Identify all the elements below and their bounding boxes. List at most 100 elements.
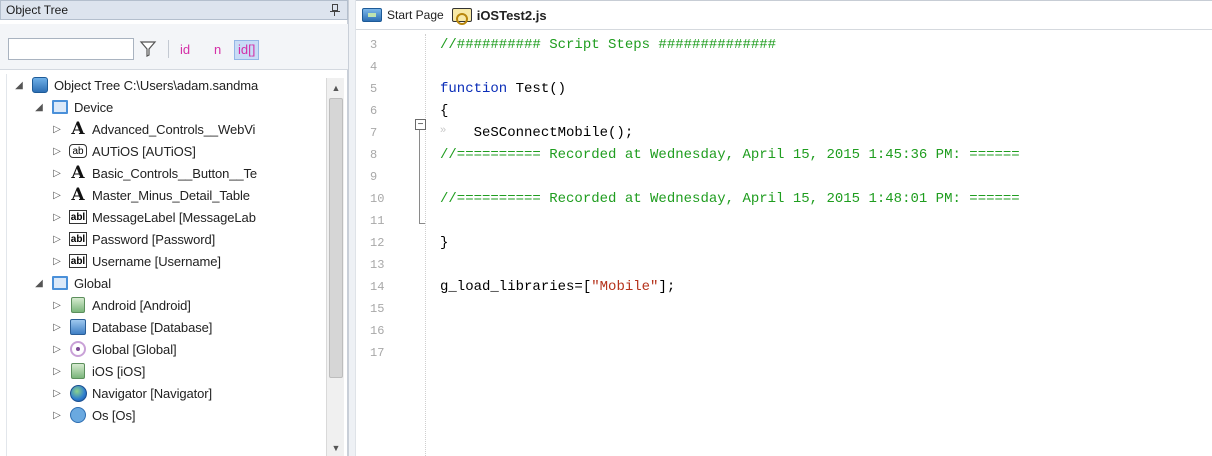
code-area[interactable]: //########## Script Steps ##############… xyxy=(440,34,1212,456)
code-line: //========== Recorded at Wednesday, Apri… xyxy=(440,144,1020,166)
tree-collapsed-arrow-icon[interactable]: ▷ xyxy=(51,387,63,399)
tree-node[interactable]: ▷ ab AUTiOS [AUTiOS] xyxy=(51,140,196,162)
tree-node[interactable]: ▷ Os [Os] xyxy=(51,404,135,426)
text-control-icon: A xyxy=(71,119,85,139)
script-file-icon xyxy=(451,8,472,25)
tab-label: Start Page xyxy=(387,8,444,22)
tab-script-file[interactable]: iOSTest2.js xyxy=(451,4,547,26)
text-control-icon: A xyxy=(71,185,85,205)
pin-icon[interactable] xyxy=(329,3,341,17)
toolbar-separator xyxy=(168,40,169,58)
line-number: 8 xyxy=(370,148,378,162)
editor-tab-bar: Start Page iOSTest2.js xyxy=(356,0,1212,30)
label-control-icon: abl xyxy=(69,210,87,224)
object-search-input[interactable] xyxy=(8,38,134,60)
tree-scrollbar[interactable]: ▲ ▼ xyxy=(326,78,344,456)
device-box-icon xyxy=(51,98,69,116)
tree-node-label: Android [Android] xyxy=(92,297,191,313)
tree-node[interactable]: ◢ Global xyxy=(33,272,111,294)
tree-node[interactable]: ▷ A Advanced_Controls__WebVi xyxy=(51,118,255,140)
tree-node[interactable]: ▷ A Master_Minus_Detail_Table xyxy=(51,184,250,206)
tree-node[interactable]: ▷ Navigator [Navigator] xyxy=(51,382,212,404)
code-token: { xyxy=(440,103,449,119)
android-icon xyxy=(69,296,87,314)
object-tree: ◢ Object Tree C:\Users\adam.sandma ◢ Device… xyxy=(6,74,348,456)
tree-collapsed-arrow-icon[interactable]: ▷ xyxy=(51,145,63,157)
line-number-gutter: 3 4 5 6 7 8 9 10 11 12 13 14 15 16 17 xyxy=(356,34,408,456)
tree-expanded-arrow-icon[interactable]: ◢ xyxy=(33,101,45,113)
tab-start-page[interactable]: Start Page xyxy=(362,4,444,26)
line-number: 16 xyxy=(370,324,385,338)
code-token: //========== Recorded at Wednesday, Apri… xyxy=(440,191,1020,207)
tree-node-label: Basic_Controls__Button__Te xyxy=(92,165,258,181)
panel-splitter[interactable] xyxy=(348,0,356,456)
start-page-icon xyxy=(362,8,382,22)
tree-node-label: Username [Username] xyxy=(92,253,221,269)
tree-collapsed-arrow-icon[interactable]: ▷ xyxy=(51,321,63,333)
tree-node[interactable]: ◢ Device xyxy=(33,96,113,118)
line-number: 13 xyxy=(370,258,385,272)
code-line: { xyxy=(440,100,448,122)
tree-expanded-arrow-icon[interactable]: ◢ xyxy=(33,277,45,289)
ab-control-icon: ab xyxy=(69,142,87,160)
code-token: //========== Recorded at Wednesday, Apri… xyxy=(440,147,1020,163)
line-number: 17 xyxy=(370,346,385,360)
tree-node[interactable]: ▷ Database [Database] xyxy=(51,316,212,338)
tree-collapsed-arrow-icon[interactable]: ▷ xyxy=(51,365,63,377)
scroll-up-arrow-icon[interactable]: ▲ xyxy=(328,80,344,96)
code-token: ]; xyxy=(658,279,676,295)
code-token: Test() xyxy=(507,81,567,97)
mode-name-button[interactable]: n xyxy=(214,40,221,60)
tree-node[interactable]: ◢ Object Tree C:\Users\adam.sandma xyxy=(13,74,258,96)
code-line: function Test() xyxy=(440,78,566,100)
tree-collapsed-arrow-icon[interactable]: ▷ xyxy=(51,255,63,267)
tree-node[interactable]: ▷ Global [Global] xyxy=(51,338,177,360)
tree-node-label: Device xyxy=(74,99,114,115)
line-number: 11 xyxy=(370,214,385,228)
scroll-thumb[interactable] xyxy=(329,98,343,378)
code-token: SeSConnectMobile(); xyxy=(440,125,634,141)
tree-collapsed-arrow-icon[interactable]: ▷ xyxy=(51,409,63,421)
tree-node[interactable]: ▷ Android [Android] xyxy=(51,294,191,316)
tree-collapsed-arrow-icon[interactable]: ▷ xyxy=(51,123,63,135)
code-line: //========== Recorded at Wednesday, Apri… xyxy=(440,188,1020,210)
fold-region-line xyxy=(419,126,420,224)
tree-collapsed-arrow-icon[interactable]: ▷ xyxy=(51,233,63,245)
mode-id-button[interactable]: id xyxy=(180,40,190,60)
tree-node[interactable]: ▷ abl MessageLabel [MessageLab xyxy=(51,206,256,228)
tree-node[interactable]: ▷ abl Password [Password] xyxy=(51,228,215,250)
line-number: 9 xyxy=(370,170,378,184)
line-number: 15 xyxy=(370,302,385,316)
tree-node[interactable]: ▷ iOS [iOS] xyxy=(51,360,145,382)
global-icon xyxy=(69,340,87,358)
label-control-icon: abl xyxy=(69,254,87,268)
line-number: 5 xyxy=(370,82,378,96)
code-token: //########## Script Steps ############## xyxy=(440,37,777,53)
database-tree-icon xyxy=(31,76,49,94)
tree-node-label: Database [Database] xyxy=(92,319,213,335)
tree-node[interactable]: ▷ A Basic_Controls__Button__Te xyxy=(51,162,257,184)
code-token: } xyxy=(440,235,449,251)
tree-collapsed-arrow-icon[interactable]: ▷ xyxy=(51,343,63,355)
tree-node[interactable]: ▷ abl Username [Username] xyxy=(51,250,221,272)
code-line: //########## Script Steps ############## xyxy=(440,34,776,56)
tree-node-label: Master_Minus_Detail_Table xyxy=(92,187,250,203)
tree-collapsed-arrow-icon[interactable]: ▷ xyxy=(51,189,63,201)
tree-collapsed-arrow-icon[interactable]: ▷ xyxy=(51,167,63,179)
tree-node-label: Global [Global] xyxy=(92,341,177,357)
line-number: 7 xyxy=(370,126,378,140)
code-line: } xyxy=(440,232,448,254)
code-token: "Mobile" xyxy=(591,279,659,295)
line-number: 6 xyxy=(370,104,378,118)
filter-funnel-icon[interactable] xyxy=(138,40,158,58)
navigator-icon xyxy=(69,384,87,402)
fold-collapse-icon[interactable]: − xyxy=(415,119,426,130)
code-token: function xyxy=(440,81,508,97)
scroll-down-arrow-icon[interactable]: ▼ xyxy=(328,440,344,456)
script-editor: Start Page iOSTest2.js 3 4 5 6 7 8 9 10 11 12 13 14… xyxy=(356,0,1212,456)
tree-expanded-arrow-icon[interactable]: ◢ xyxy=(13,79,25,91)
line-number: 3 xyxy=(370,38,378,52)
tree-collapsed-arrow-icon[interactable]: ▷ xyxy=(51,211,63,223)
tree-collapsed-arrow-icon[interactable]: ▷ xyxy=(51,299,63,311)
mode-index-button[interactable]: id[] xyxy=(234,40,260,60)
